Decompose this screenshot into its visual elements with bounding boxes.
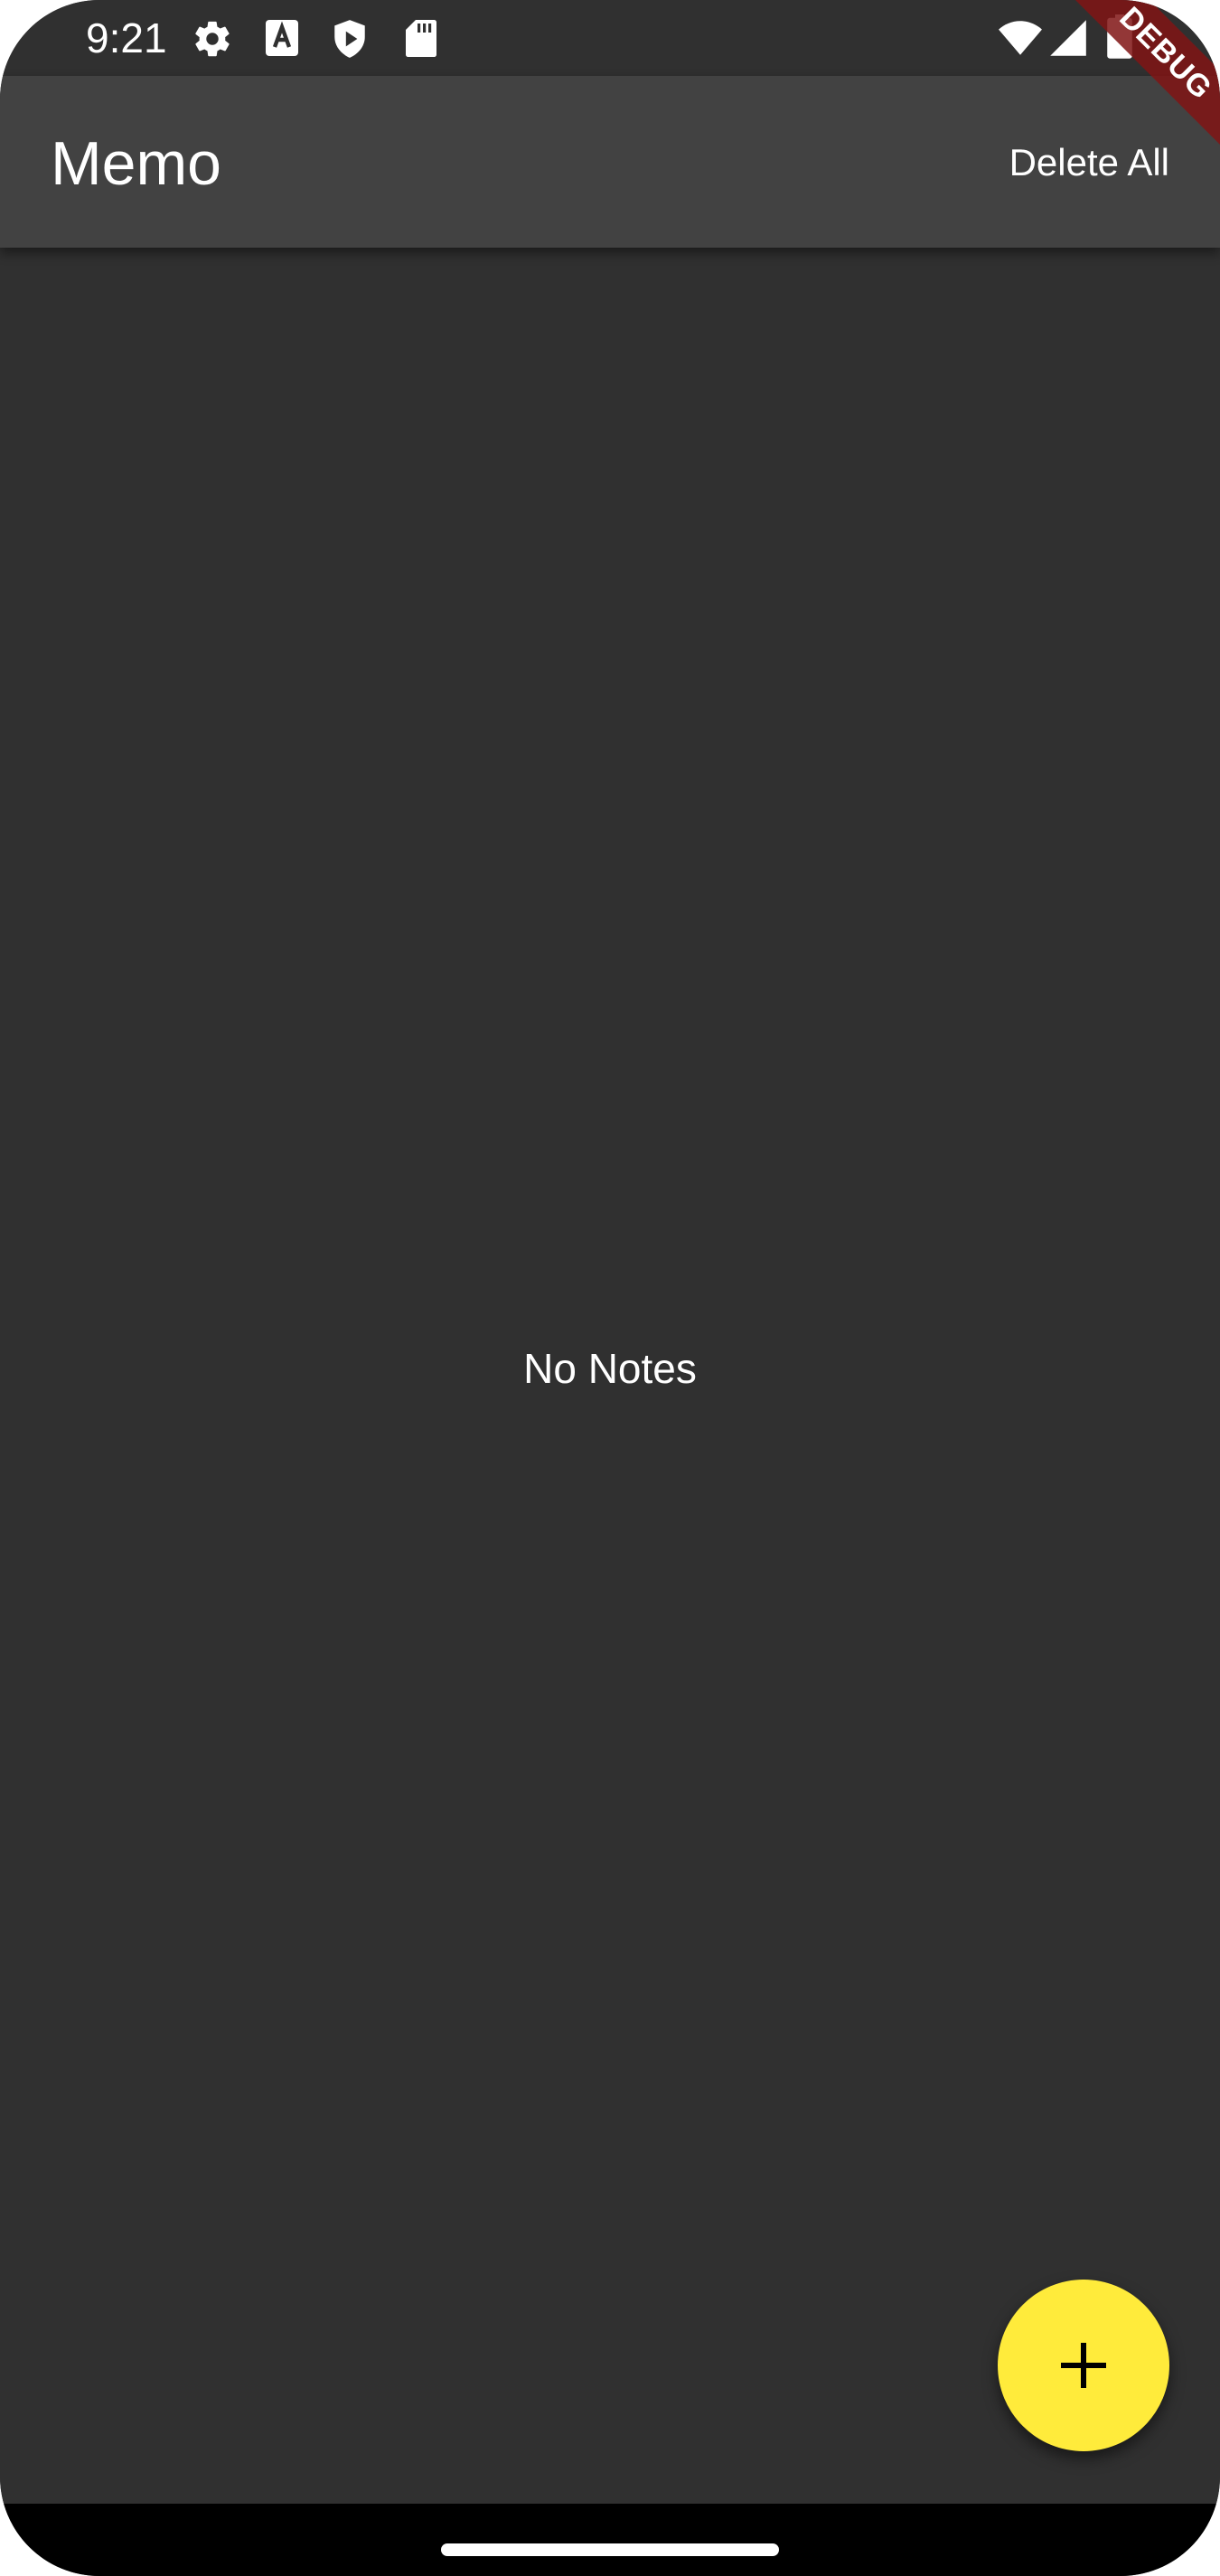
wifi-icon [998, 18, 1043, 62]
delete-all-button[interactable]: Delete All [1009, 136, 1169, 190]
status-time: 9:21 [86, 14, 167, 61]
text-a-icon [264, 18, 300, 62]
app-title: Memo [51, 129, 221, 198]
add-note-button[interactable] [998, 2280, 1169, 2451]
sd-card-icon [405, 18, 437, 62]
play-shield-icon [331, 18, 369, 64]
app-bar: Memo Delete All [0, 76, 1220, 248]
plus-icon [1061, 2343, 1106, 2388]
home-indicator[interactable] [441, 2543, 779, 2556]
empty-state-message: No Notes [523, 1345, 697, 1392]
navigation-bar [0, 2504, 1220, 2576]
settings-icon [192, 18, 233, 64]
status-bar: 9:21 [0, 0, 1220, 76]
phone-screen: 9:21 Memo Delete All No Notes DEBUG [0, 0, 1220, 2576]
notes-list-area: No Notes [0, 248, 1220, 2504]
signal-icon [1048, 18, 1088, 62]
